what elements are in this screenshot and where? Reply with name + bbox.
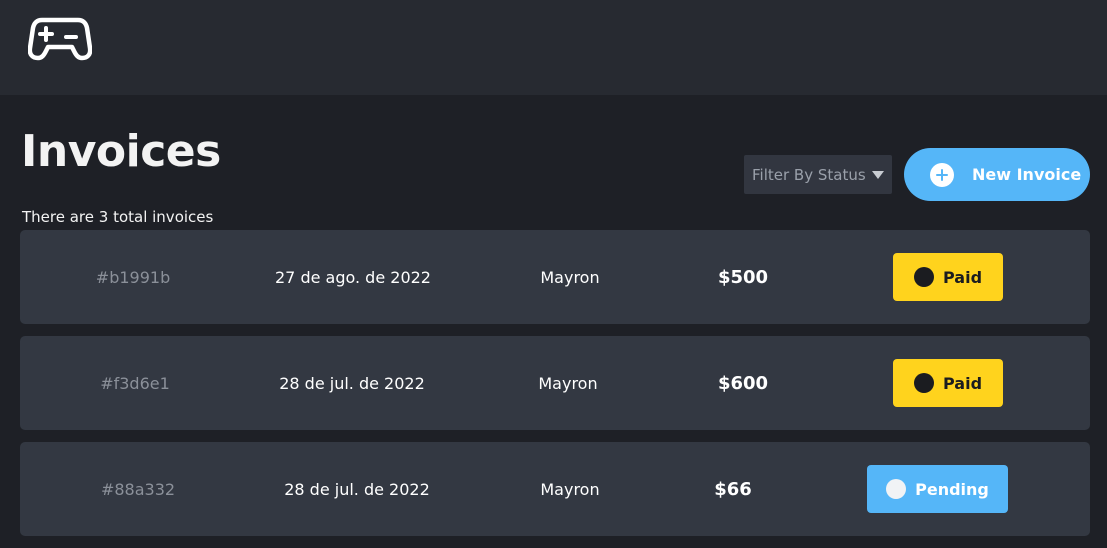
- status-badge: Paid: [893, 253, 1003, 301]
- plus-circle-icon: [930, 162, 954, 187]
- status-badge: Paid: [893, 359, 1003, 407]
- status-label: Pending: [915, 479, 989, 499]
- status-label: Paid: [942, 373, 983, 393]
- invoice-client: Mayron: [540, 479, 600, 499]
- invoice-id: #f3d6e1: [100, 373, 170, 393]
- invoice-amount: $600: [717, 372, 769, 394]
- status-dot-icon: [913, 267, 934, 287]
- invoice-id: #88a332: [100, 479, 176, 499]
- invoice-client: Mayron: [538, 373, 598, 393]
- page-title: Invoices: [21, 126, 221, 177]
- status-badge: Pending: [867, 465, 1008, 513]
- invoice-date: 27 de ago. de 2022: [275, 267, 431, 287]
- filter-by-status-dropdown[interactable]: Filter By Status: [744, 155, 892, 194]
- invoice-row[interactable]: #b1991b 27 de ago. de 2022 Mayron $500 P…: [20, 230, 1090, 324]
- invoice-row[interactable]: #f3d6e1 28 de jul. de 2022 Mayron $600 P…: [20, 336, 1090, 430]
- invoice-date: 28 de jul. de 2022: [279, 373, 425, 393]
- invoice-date: 28 de jul. de 2022: [284, 479, 430, 499]
- invoice-client: Mayron: [540, 267, 600, 287]
- invoice-amount: $500: [717, 266, 769, 288]
- new-invoice-label: New Invoice: [972, 165, 1082, 184]
- top-bar: [0, 0, 1107, 95]
- new-invoice-button[interactable]: New Invoice: [904, 148, 1090, 201]
- invoice-count-text: There are 3 total invoices: [22, 208, 214, 226]
- invoice-id: #b1991b: [95, 267, 171, 287]
- invoice-amount: $66: [714, 478, 752, 500]
- filter-label: Filter By Status: [752, 165, 866, 184]
- status-label: Paid: [942, 267, 983, 287]
- invoice-row[interactable]: #88a332 28 de jul. de 2022 Mayron $66 Pe…: [20, 442, 1090, 536]
- status-dot-icon: [886, 479, 907, 499]
- gamepad-icon[interactable]: [28, 12, 92, 62]
- caret-down-icon: [871, 170, 884, 179]
- status-dot-icon: [913, 373, 934, 393]
